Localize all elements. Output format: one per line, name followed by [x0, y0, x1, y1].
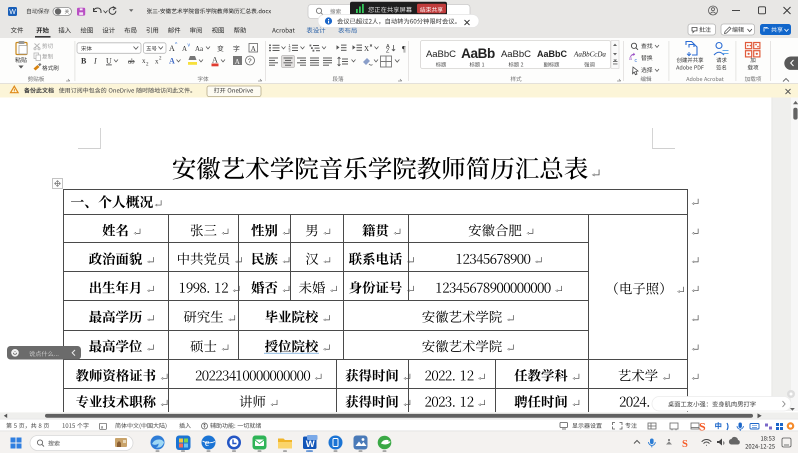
svg-text:?: ?: [248, 58, 252, 65]
svg-text:AaBbC: AaBbC: [426, 49, 456, 60]
svg-text:A: A: [251, 45, 256, 53]
svg-text:AaBbCcDa: AaBbCcDa: [573, 51, 606, 59]
svg-text:X: X: [364, 45, 369, 53]
svg-text:I: I: [93, 57, 97, 66]
svg-text:e: e: [205, 438, 210, 449]
svg-text:A: A: [212, 56, 218, 65]
svg-text:A: A: [169, 57, 175, 66]
svg-text:ab: ab: [128, 58, 135, 66]
svg-text:A: A: [235, 58, 240, 66]
svg-text:AaBbC: AaBbC: [501, 49, 531, 60]
svg-text:¶: ¶: [402, 45, 406, 54]
svg-text:S: S: [699, 420, 706, 434]
svg-text:Aa: Aa: [195, 45, 204, 53]
svg-text:W: W: [9, 9, 16, 16]
svg-text:A: A: [182, 45, 187, 53]
svg-text:B: B: [81, 57, 87, 66]
svg-text:AaBb: AaBb: [461, 46, 495, 61]
svg-text:3: 3: [289, 49, 291, 53]
svg-text:a: a: [629, 56, 632, 62]
svg-text:AaBbC: AaBbC: [537, 49, 568, 59]
svg-text:W: W: [306, 439, 315, 450]
svg-text:S: S: [682, 439, 688, 450]
svg-text:U: U: [106, 57, 112, 66]
